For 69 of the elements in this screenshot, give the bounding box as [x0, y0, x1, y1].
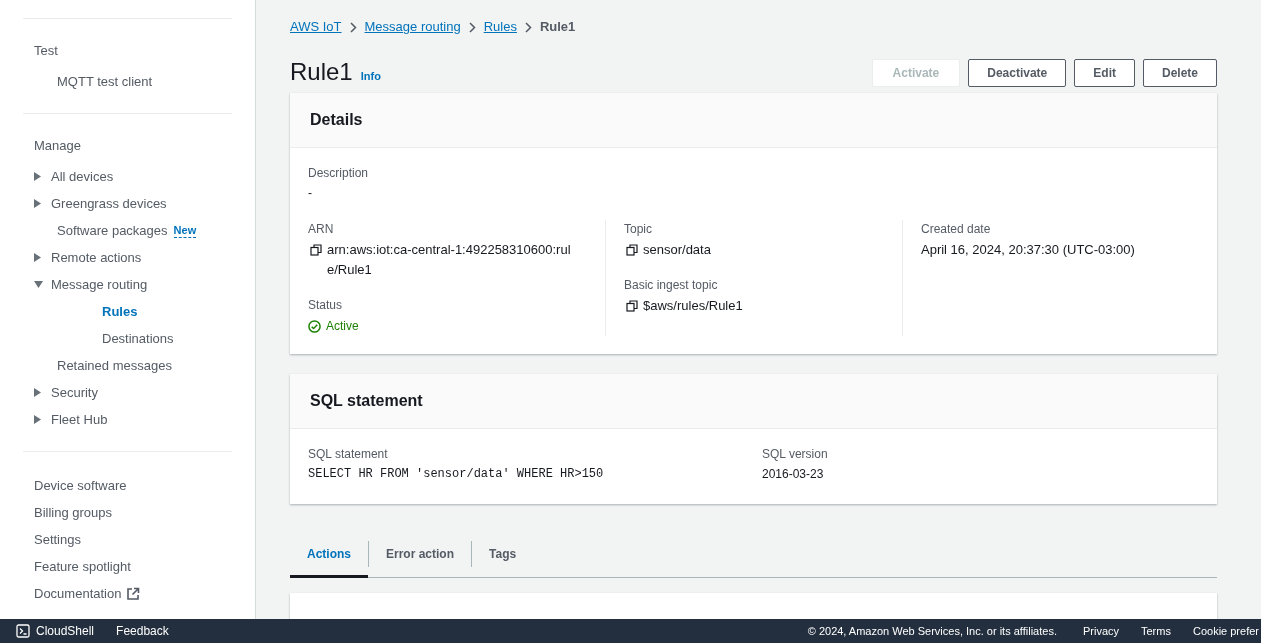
breadcrumb-link[interactable]: Message routing [364, 17, 461, 37]
copy-icon[interactable] [626, 300, 638, 312]
chevron-right-icon [524, 21, 532, 33]
copy-icon[interactable] [310, 244, 322, 256]
terminal-icon [16, 624, 30, 638]
feedback-link[interactable]: Feedback [116, 622, 169, 640]
section-title: Test [33, 42, 59, 60]
caret-right-icon[interactable] [34, 388, 41, 397]
footer-link[interactable]: Privacy [1082, 622, 1119, 640]
field-value: April 16, 2024, 20:37:30 (UTC-03:00) [921, 241, 1135, 259]
breadcrumb-current: Rule1 [539, 18, 576, 37]
field-label: SQL statement [308, 446, 389, 463]
action-button[interactable]: Delete [1142, 59, 1217, 87]
caret-right-icon[interactable] [34, 199, 41, 208]
field-value: $aws/rules/Rule1 [643, 297, 743, 315]
field-label: Description [308, 165, 370, 182]
footer-link[interactable]: Terms [1141, 622, 1171, 640]
nav-link[interactable]: Fleet Hub [51, 409, 108, 430]
field-value: arn:aws:iot:ca-central-1:492258310600:rule/Rule1 [327, 241, 572, 279]
tab[interactable]: Tags [472, 529, 534, 578]
field-value: 2016-03-23 [762, 466, 825, 483]
nav-link[interactable]: Destinations [102, 328, 174, 349]
field-label: ARN [308, 221, 335, 238]
section-title: Manage [33, 137, 82, 155]
caret-right-icon[interactable] [34, 415, 41, 424]
card-title: SQL statement [310, 391, 423, 411]
sql-code: SELECT HR FROM 'sensor/data' WHERE HR>150 [308, 466, 605, 483]
footer-link[interactable]: Cookie prefer [1192, 622, 1259, 640]
caret-down-icon[interactable] [34, 281, 43, 288]
nav-link[interactable]: Remote actions [51, 247, 142, 268]
nav-link[interactable]: Retained messages [57, 355, 172, 376]
field-label: SQL version [762, 446, 829, 463]
nav-link[interactable]: Rules [102, 301, 138, 322]
nav-link[interactable]: Security [51, 382, 98, 403]
field-label: Basic ingest topic [624, 277, 719, 294]
status-text: Active [326, 318, 359, 335]
field-value: sensor/data [643, 241, 711, 259]
copyright-text: © 2024, Amazon Web Services, Inc. or its affiliates. [807, 623, 1057, 639]
field-label: Topic [624, 221, 653, 238]
nav-link[interactable]: Software packages [57, 220, 168, 241]
card-title: Details [310, 110, 363, 130]
field-label: Created date [921, 221, 992, 238]
nav-link[interactable]: Settings [34, 529, 81, 550]
page-title: Rule1 [290, 57, 353, 87]
chevron-right-icon [349, 21, 357, 33]
nav-link[interactable]: Feature spotlight [34, 556, 131, 577]
info-link[interactable]: Info [360, 68, 381, 85]
new-badge: New [173, 223, 197, 238]
action-button[interactable]: Edit [1074, 59, 1135, 87]
tab[interactable]: Actions [290, 529, 368, 578]
check-circle-icon [308, 320, 321, 333]
breadcrumb-link[interactable]: Rules [483, 17, 517, 37]
caret-right-icon[interactable] [34, 253, 41, 262]
nav-link[interactable]: All devices [51, 166, 114, 187]
field-value: - [308, 185, 313, 202]
field-label: Status [308, 297, 344, 314]
nav-link[interactable]: Message routing [51, 274, 148, 295]
nav-link[interactable]: Device software [34, 475, 127, 496]
tab[interactable]: Error action [369, 529, 472, 578]
chevron-right-icon [468, 21, 476, 33]
caret-right-icon[interactable] [34, 172, 41, 181]
cloudshell-button[interactable]: CloudShell [16, 622, 95, 640]
copy-icon[interactable] [626, 244, 638, 256]
nav-link[interactable]: Documentation [34, 583, 122, 604]
nav-link[interactable]: MQTT test client [57, 71, 153, 92]
nav-link[interactable]: Billing groups [34, 502, 113, 523]
breadcrumb-link[interactable]: AWS IoT [290, 17, 342, 37]
nav-link[interactable]: Greengrass devices [51, 193, 167, 214]
action-button[interactable]: Deactivate [968, 59, 1067, 87]
